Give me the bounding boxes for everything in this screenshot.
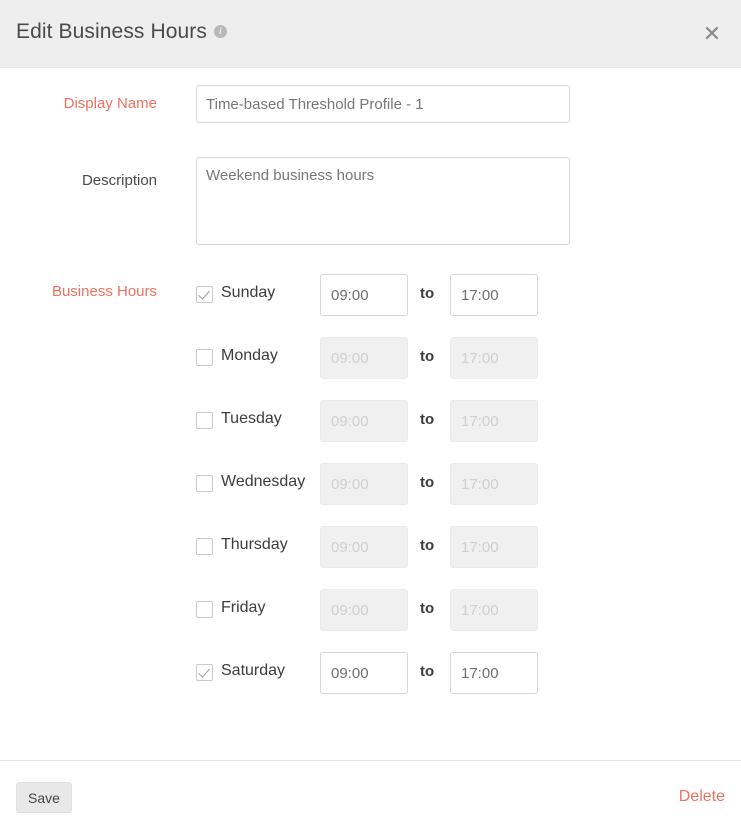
day-label: Thursday — [221, 536, 288, 553]
start-time-input-friday[interactable] — [320, 589, 408, 631]
display-name-label: Display Name — [63, 95, 157, 112]
dialog-header: Edit Business Hours i ✕ — [0, 0, 741, 68]
delete-button[interactable]: Delete — [679, 788, 725, 806]
day-row: Monday to — [196, 337, 596, 379]
start-time-input-sunday[interactable] — [320, 274, 408, 316]
day-checkbox-thursday[interactable] — [196, 538, 213, 555]
page-title: Edit Business Hours i — [16, 20, 227, 44]
time-range-separator: to — [420, 285, 435, 302]
end-time-input-wednesday[interactable] — [450, 463, 538, 505]
description-textarea[interactable] — [196, 157, 570, 245]
close-icon[interactable]: ✕ — [697, 20, 727, 50]
start-time-input-monday[interactable] — [320, 337, 408, 379]
day-row: Sunday to — [196, 274, 596, 316]
time-range-separator: to — [420, 537, 435, 554]
end-time-input-sunday[interactable] — [450, 274, 538, 316]
day-label: Wednesday — [221, 473, 306, 490]
start-time-input-tuesday[interactable] — [320, 400, 408, 442]
day-row: Friday to — [196, 589, 596, 631]
day-row: Wednesday to — [196, 463, 596, 505]
start-time-input-wednesday[interactable] — [320, 463, 408, 505]
end-time-input-saturday[interactable] — [450, 652, 538, 694]
time-range-separator: to — [420, 600, 435, 617]
dialog-body: Display Name Description Business Hours … — [0, 68, 741, 760]
display-name-input[interactable] — [196, 85, 570, 123]
time-range-separator: to — [420, 474, 435, 491]
end-time-input-friday[interactable] — [450, 589, 538, 631]
day-checkbox-tuesday[interactable] — [196, 412, 213, 429]
day-checkbox-saturday[interactable] — [196, 664, 213, 681]
end-time-input-thursday[interactable] — [450, 526, 538, 568]
description-label: Description — [81, 172, 157, 189]
end-time-input-monday[interactable] — [450, 337, 538, 379]
day-label: Friday — [221, 599, 266, 616]
day-checkbox-sunday[interactable] — [196, 286, 213, 303]
business-hours-label: Business Hours — [51, 283, 157, 300]
dialog-footer: Save Delete — [0, 760, 741, 826]
dialog-title-text: Edit Business Hours — [16, 20, 207, 43]
day-checkbox-wednesday[interactable] — [196, 475, 213, 492]
day-checkbox-monday[interactable] — [196, 349, 213, 366]
start-time-input-saturday[interactable] — [320, 652, 408, 694]
day-label: Monday — [221, 347, 278, 364]
day-row: Thursday to — [196, 526, 596, 568]
time-range-separator: to — [420, 663, 435, 680]
time-range-separator: to — [420, 411, 435, 428]
end-time-input-tuesday[interactable] — [450, 400, 538, 442]
day-checkbox-friday[interactable] — [196, 601, 213, 618]
save-button[interactable]: Save — [16, 782, 72, 813]
day-row: Tuesday to — [196, 400, 596, 442]
time-range-separator: to — [420, 348, 435, 365]
info-icon[interactable]: i — [213, 24, 227, 38]
day-label: Saturday — [221, 662, 286, 679]
start-time-input-thursday[interactable] — [320, 526, 408, 568]
day-label: Sunday — [221, 284, 276, 301]
day-label: Tuesday — [221, 410, 282, 427]
day-row: Saturday to — [196, 652, 596, 694]
